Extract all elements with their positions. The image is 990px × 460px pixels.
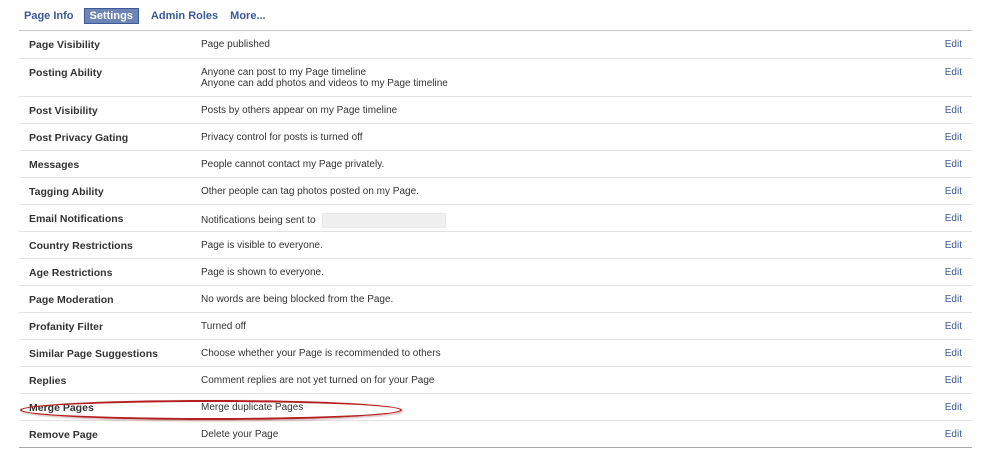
setting-label: Profanity Filter [29,321,104,333]
setting-value: Notifications being sent to [201,205,922,228]
setting-value: Turned off [201,321,247,332]
setting-label: Remove Page [29,429,98,441]
edit-link[interactable]: Edit [922,286,972,305]
edit-link[interactable]: Edit [922,394,972,413]
setting-row-country-restrictions: Country Restrictions Page is visible to … [19,231,972,258]
tab-more[interactable]: More... [230,9,265,23]
edit-link[interactable]: Edit [922,205,972,224]
edit-link[interactable]: Edit [922,232,972,251]
setting-row-remove-page: Remove Page Delete your Page Edit [19,420,972,447]
setting-row-replies: Replies Comment replies are not yet turn… [19,366,972,393]
setting-label: Country Restrictions [29,240,133,252]
setting-label: Email Notifications [29,213,124,225]
setting-label: Post Privacy Gating [29,132,129,144]
setting-label: Posting Ability [29,67,103,79]
setting-row-age-restrictions: Age Restrictions Page is shown to everyo… [19,258,972,285]
setting-row-email-notifications: Email Notifications Notifications being … [19,204,972,231]
edit-link[interactable]: Edit [922,124,972,143]
setting-value: Merge duplicate Pages [201,402,304,413]
edit-link[interactable]: Edit [922,59,972,78]
setting-row-messages: Messages People cannot contact my Page p… [19,150,972,177]
setting-value: Comment replies are not yet turned on fo… [201,375,435,386]
setting-value: Other people can tag photos posted on my… [201,186,419,197]
setting-value: Page is shown to everyone. [201,267,324,278]
setting-row-posting-ability: Posting Ability Anyone can post to my Pa… [19,58,972,96]
setting-row-page-visibility: Page Visibility Page published Edit [19,31,972,58]
setting-row-post-visibility: Post Visibility Posts by others appear o… [19,96,972,123]
setting-label: Age Restrictions [29,267,113,279]
setting-value: Choose whether your Page is recommended … [201,348,441,359]
redacted-email-field [321,213,446,228]
setting-label: Page Visibility [29,39,101,51]
edit-link[interactable]: Edit [922,97,972,116]
setting-label: Messages [29,159,80,171]
setting-label: Post Visibility [29,105,98,117]
tab-page-info[interactable]: Page Info [24,9,74,23]
setting-value: No words are being blocked from the Page… [201,294,394,305]
setting-value: Anyone can post to my Page timeline Anyo… [201,67,448,89]
settings-tabs: Page Info Settings Admin Roles More... [24,7,278,25]
edit-link[interactable]: Edit [922,313,972,332]
setting-label: Replies [29,375,67,387]
setting-row-profanity-filter: Profanity Filter Turned off Edit [19,312,972,339]
setting-value: People cannot contact my Page privately. [201,159,385,170]
setting-value: Page is visible to everyone. [201,240,323,251]
tab-settings[interactable]: Settings [83,8,139,24]
edit-link[interactable]: Edit [922,367,972,386]
setting-row-similar-page-suggestions: Similar Page Suggestions Choose whether … [19,339,972,366]
edit-link[interactable]: Edit [922,259,972,278]
edit-link[interactable]: Edit [922,178,972,197]
tab-admin-roles[interactable]: Admin Roles [151,9,218,23]
setting-value: Delete your Page [201,429,279,440]
setting-row-page-moderation: Page Moderation No words are being block… [19,285,972,312]
edit-link[interactable]: Edit [922,31,972,50]
setting-value: Page published [201,39,270,50]
setting-value: Posts by others appear on my Page timeli… [201,105,398,116]
setting-label: Page Moderation [29,294,114,306]
settings-list: Page Visibility Page published Edit Post… [19,30,972,448]
setting-label: Merge Pages [29,402,94,414]
setting-value: Privacy control for posts is turned off [201,132,363,143]
edit-link[interactable]: Edit [922,340,972,359]
setting-label: Similar Page Suggestions [29,348,158,360]
setting-row-tagging-ability: Tagging Ability Other people can tag pho… [19,177,972,204]
edit-link[interactable]: Edit [922,151,972,170]
setting-row-post-privacy-gating: Post Privacy Gating Privacy control for … [19,123,972,150]
edit-link[interactable]: Edit [922,421,972,440]
setting-label: Tagging Ability [29,186,104,198]
setting-row-merge-pages: Merge Pages Merge duplicate Pages Edit [19,393,972,420]
